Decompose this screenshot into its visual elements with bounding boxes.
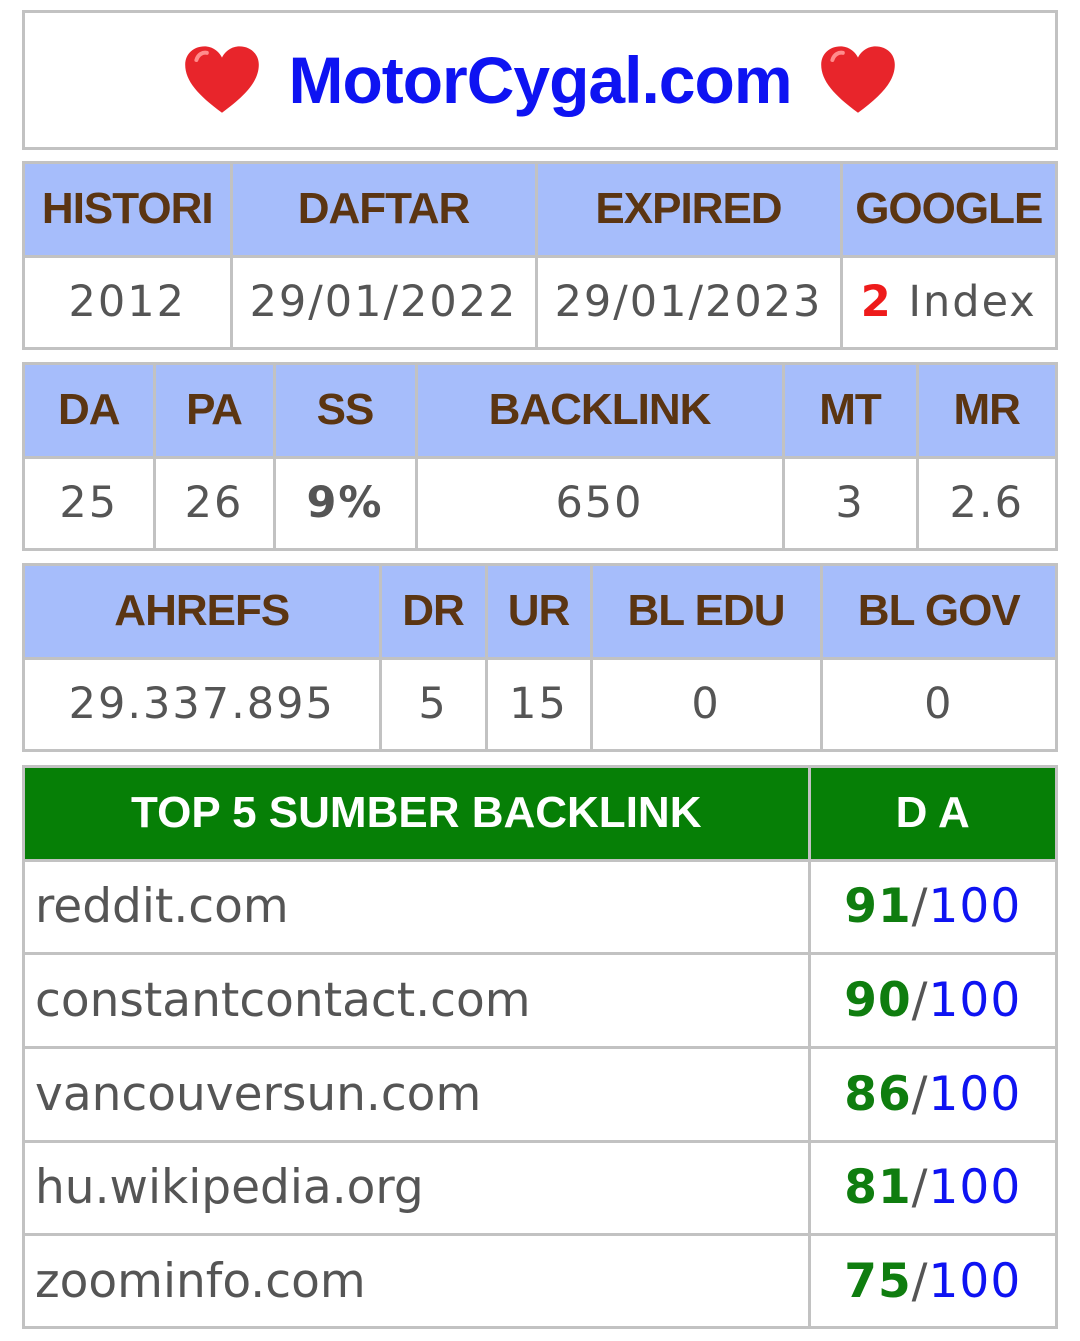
header-ahrefs: AHREFS (25, 566, 382, 660)
mt-value: 3 (781, 455, 919, 548)
table-row: constantcontact.com 90/100 (25, 952, 1055, 1049)
heart-icon (185, 46, 260, 113)
backlink-site[interactable]: constantcontact.com (25, 952, 811, 1049)
backlink-da: 86/100 (807, 1045, 1055, 1143)
backlink-da: 81/100 (807, 1139, 1055, 1237)
header-mt: MT (781, 365, 919, 459)
domain-info-table: HISTORI DAFTAR EXPIRED GOOGLE 2012 29/01… (22, 161, 1058, 350)
pa-value: 26 (152, 455, 276, 548)
ahrefs-metrics-table: AHREFS DR UR BL EDU BL GOV 29.337.895 5 … (22, 563, 1058, 752)
header-expired: EXPIRED (534, 164, 843, 258)
top-backlinks-table: TOP 5 SUMBER BACKLINK D A reddit.com 91/… (22, 765, 1058, 1329)
backlink-site[interactable]: reddit.com (25, 858, 811, 956)
bl-gov-value: 0 (819, 656, 1055, 749)
google-index-value: 2 Index (839, 254, 1055, 347)
table-row: reddit.com 91/100 (25, 858, 1055, 956)
ahrefs-value: 29.337.895 (25, 656, 382, 749)
header-mr: MR (915, 365, 1055, 459)
backlink-site[interactable]: hu.wikipedia.org (25, 1139, 811, 1237)
header-dr: DR (378, 566, 488, 660)
backlink-site[interactable]: zoominfo.com (25, 1233, 811, 1326)
header-bl-gov: BL GOV (819, 566, 1055, 660)
backlink-da: 91/100 (807, 858, 1055, 956)
backlink-site[interactable]: vancouversun.com (25, 1045, 811, 1143)
moz-metrics-table: DA PA SS BACKLINK MT MR 25 26 9% 650 3 2… (22, 362, 1058, 551)
header-backlink: BACKLINK (414, 365, 785, 459)
header-pa: PA (152, 365, 276, 459)
mr-value: 2.6 (915, 455, 1055, 548)
header-daftar: DAFTAR (229, 164, 538, 258)
table-row: vancouversun.com 86/100 (25, 1045, 1055, 1143)
heart-icon (820, 46, 895, 113)
expired-value: 29/01/2023 (534, 254, 843, 347)
backlink-da: 75/100 (807, 1233, 1055, 1326)
table-row: zoominfo.com 75/100 (25, 1233, 1055, 1326)
daftar-value: 29/01/2022 (229, 254, 538, 347)
header-ss: SS (272, 365, 418, 459)
header-ur: UR (484, 566, 593, 660)
google-index-count: 2 (860, 277, 893, 328)
site-title-banner: MotorCygal.com (22, 10, 1058, 150)
table-row: hu.wikipedia.org 81/100 (25, 1139, 1055, 1237)
backlink-da: 90/100 (807, 952, 1055, 1049)
header-top-sources: TOP 5 SUMBER BACKLINK (25, 768, 811, 862)
ss-value: 9% (272, 455, 418, 548)
histori-value: 2012 (25, 254, 233, 347)
header-da: DA (25, 365, 156, 459)
dr-value: 5 (378, 656, 488, 749)
bl-edu-value: 0 (589, 656, 823, 749)
header-da-score: D A (807, 768, 1055, 862)
header-bl-edu: BL EDU (589, 566, 823, 660)
header-histori: HISTORI (25, 164, 233, 258)
header-google: GOOGLE (839, 164, 1055, 258)
backlink-value: 650 (414, 455, 785, 548)
google-index-label: Index (908, 277, 1037, 328)
site-title[interactable]: MotorCygal.com (288, 42, 792, 118)
ur-value: 15 (484, 656, 593, 749)
da-value: 25 (25, 455, 156, 548)
